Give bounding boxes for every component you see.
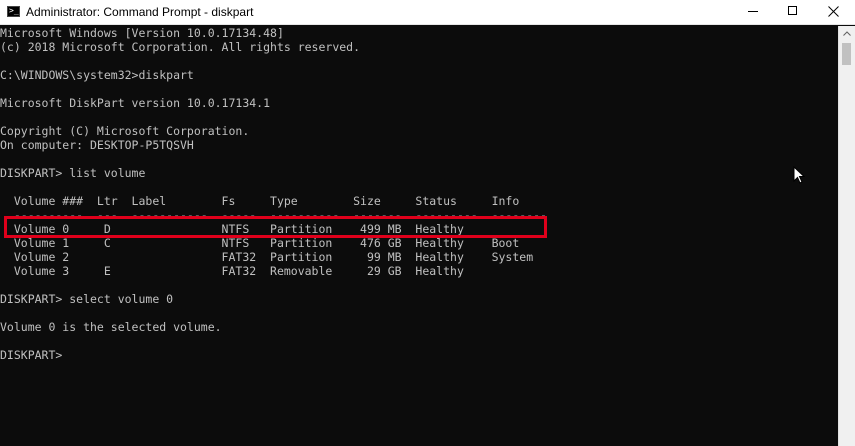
console-line: Volume 0 is the selected volume. <box>0 320 222 334</box>
scroll-up-button[interactable] <box>839 26 855 42</box>
console-line: On computer: DESKTOP-P5TQSVH <box>0 138 194 152</box>
console-line: DISKPART> <box>0 348 70 362</box>
console-line: Copyright (C) Microsoft Corporation. <box>0 124 250 138</box>
console-text: Microsoft Windows [Version 10.0.17134.48… <box>0 26 547 362</box>
console-line: DISKPART> select volume 0 <box>0 292 174 306</box>
scroll-thumb[interactable] <box>842 43 851 65</box>
console-line: Volume 1 C NTFS Partition 476 GB Healthy… <box>0 236 520 250</box>
console-line: (c) 2018 Microsoft Corporation. All righ… <box>0 40 361 54</box>
console-line: Volume 2 FAT32 Partition 99 MB Healthy S… <box>0 250 534 264</box>
maximize-icon <box>788 6 797 15</box>
mouse-pointer-icon <box>793 165 806 189</box>
cmd-icon: >_ <box>7 6 20 17</box>
highlight-volume-0 <box>4 216 547 238</box>
title-bar[interactable]: >_ Administrator: Command Prompt - diskp… <box>0 0 855 25</box>
command-prompt-window: >_ Administrator: Command Prompt - diskp… <box>0 0 855 446</box>
window-title: Administrator: Command Prompt - diskpart <box>26 5 254 19</box>
console-line: Volume ### Ltr Label Fs Type Size Status… <box>0 194 520 208</box>
console-line: C:\WINDOWS\system32>diskpart <box>0 68 194 82</box>
close-button[interactable] <box>812 0 855 24</box>
console-line: DISKPART> list volume <box>0 166 146 180</box>
close-icon <box>828 6 839 17</box>
minimize-button[interactable] <box>731 0 777 24</box>
chevron-up-icon <box>843 31 851 36</box>
console-line: Volume 3 E FAT32 Removable 29 GB Healthy <box>0 264 464 278</box>
console-output[interactable]: Microsoft Windows [Version 10.0.17134.48… <box>0 26 838 446</box>
vertical-scrollbar[interactable] <box>838 26 855 446</box>
console-line: Microsoft DiskPart version 10.0.17134.1 <box>0 96 271 110</box>
console-line: Microsoft Windows [Version 10.0.17134.48… <box>0 26 284 40</box>
minimize-icon <box>748 11 758 12</box>
